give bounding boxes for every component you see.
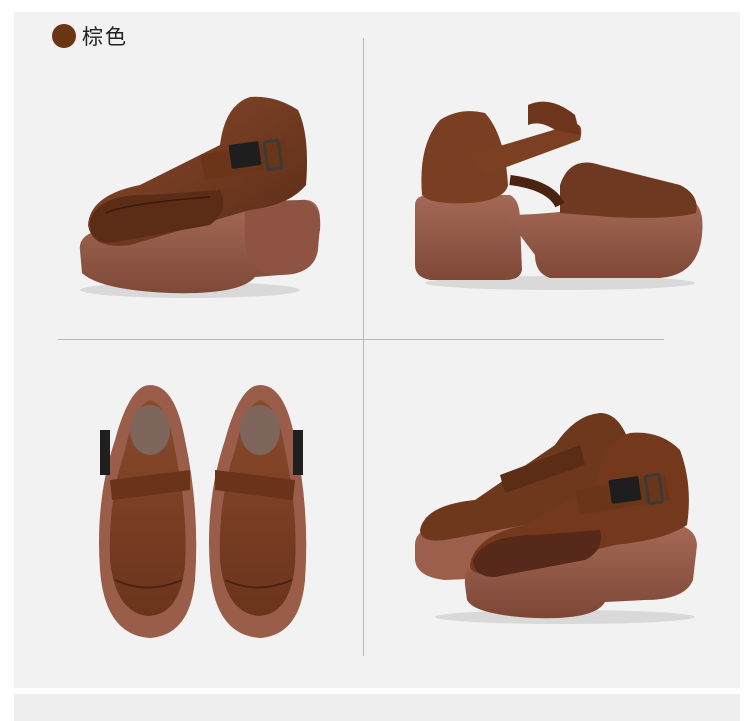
shoe-photo-top-pair <box>99 385 307 638</box>
vertical-divider <box>363 38 364 656</box>
color-swatch <box>52 24 76 48</box>
shoe-photo-front-left <box>79 96 321 298</box>
bottom-strip <box>14 694 740 721</box>
horizontal-divider <box>58 339 664 340</box>
shoe-photo-side-heel <box>415 101 703 290</box>
color-option: 棕色 <box>52 22 128 50</box>
color-name: 棕色 <box>82 25 128 49</box>
shoe-photo-pair-angle <box>415 413 697 624</box>
